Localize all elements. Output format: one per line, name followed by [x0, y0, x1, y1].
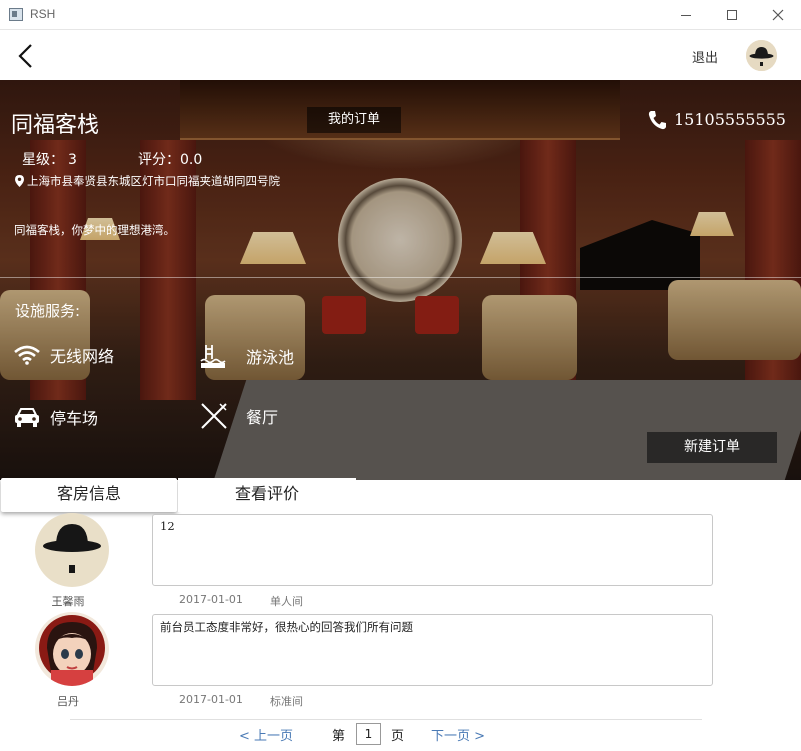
window-title: RSH [30, 7, 56, 21]
review-date: 2017-01-01 [179, 693, 243, 706]
review-text: 12 [152, 514, 713, 586]
review-item: 吕丹 前台员工态度非常好，很热心的回答我们所有问题 2017-01-01 标准间 [0, 612, 801, 714]
app-header: 退出 [0, 31, 801, 80]
rating: 评分：0.0 [138, 149, 202, 169]
maximize-icon [727, 10, 737, 20]
prev-page-link[interactable]: < 上一页 [239, 725, 293, 744]
review-text: 前台员工态度非常好，很热心的回答我们所有问题 [152, 614, 713, 686]
pagination: < 上一页 第 1 页 下一页 > [0, 723, 801, 747]
app-icon [9, 8, 23, 21]
review-date: 2017-01-01 [179, 593, 243, 606]
star-level: 星级： 3 [22, 149, 81, 169]
hotel-name: 同福客栈 [11, 113, 100, 138]
facility-restaurant: 餐厅 [200, 402, 278, 430]
facility-label: 游泳池 [246, 348, 295, 367]
page-number-input[interactable]: 1 [356, 723, 381, 745]
reviewer-name: 王馨雨 [51, 595, 85, 608]
user-avatar[interactable] [746, 40, 777, 71]
facilities-title: 设施服务: [15, 302, 81, 320]
hotel-slogan: 同福客栈，你梦中的理想港湾。 [14, 223, 175, 237]
review-room-type: 单人间 [270, 595, 303, 608]
rating-label: 评分： [138, 152, 180, 168]
window-titlebar: RSH [0, 0, 801, 30]
detail-tabs: 客房信息 查看评价 [0, 478, 801, 514]
review-item: 王馨雨 12 2017-01-01 单人间 [0, 513, 801, 614]
logout-link[interactable]: 退出 [692, 47, 718, 66]
star-label: 星级： [22, 152, 64, 168]
maximize-button[interactable] [709, 0, 755, 30]
car-icon [15, 408, 39, 427]
address-text: 上海市县奉贤县东城区灯市口同福夹道胡同四号院 [27, 174, 280, 188]
bowler-hat-avatar-icon [746, 40, 777, 71]
hotel-phone: 15105555555 [674, 110, 786, 129]
bowler-hat-avatar-icon [35, 513, 109, 587]
facility-label: 餐厅 [246, 408, 279, 427]
reviewer-avatar [35, 612, 109, 686]
star-value: 3 [68, 152, 77, 168]
tab-reviews[interactable]: 查看评价 [178, 478, 356, 512]
rating-value: 0.0 [180, 152, 203, 168]
my-orders-button[interactable]: 我的订单 [307, 107, 401, 133]
back-arrow-icon[interactable] [14, 43, 38, 69]
page-prefix: 第 [332, 729, 346, 744]
review-room-type: 标准间 [270, 695, 303, 708]
hero-divider [0, 277, 801, 278]
hero-overlay [0, 80, 801, 480]
reviewer-avatar [35, 513, 109, 587]
facility-pool: 游泳池 [200, 343, 294, 369]
pager-divider [70, 719, 702, 720]
wifi-icon [14, 345, 40, 365]
minimize-button[interactable] [663, 0, 709, 30]
hotel-address: 上海市县奉贤县东城区灯市口同福夹道胡同四号院 [15, 173, 280, 189]
facility-parking: 停车场 [14, 405, 98, 429]
page-suffix: 页 [391, 729, 405, 744]
facility-wifi: 无线网络 [14, 343, 114, 367]
close-button[interactable] [755, 0, 801, 30]
girl-avatar-icon [35, 612, 109, 686]
new-order-button[interactable]: 新建订单 [647, 432, 777, 463]
facility-label: 无线网络 [50, 347, 115, 366]
facility-label: 停车场 [50, 409, 99, 428]
close-icon [772, 9, 784, 21]
minimize-icon [681, 14, 691, 16]
next-page-link[interactable]: 下一页 > [431, 725, 485, 744]
location-pin-icon [15, 175, 24, 187]
hotel-hero-banner: 同福客栈 我的订单 15105555555 星级： 3 评分：0.0 上海市县奉贤… [0, 80, 801, 480]
pool-icon [200, 345, 226, 368]
tab-room-info[interactable]: 客房信息 [1, 478, 177, 512]
reviewer-name: 吕丹 [57, 695, 79, 708]
phone-icon [648, 111, 666, 130]
restaurant-icon [201, 403, 227, 429]
